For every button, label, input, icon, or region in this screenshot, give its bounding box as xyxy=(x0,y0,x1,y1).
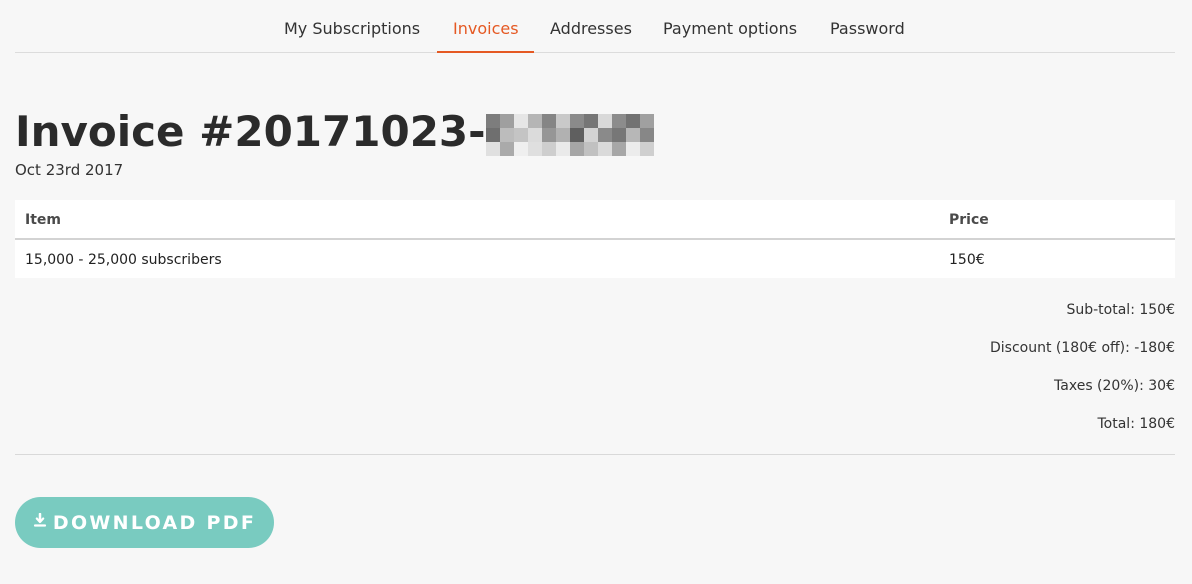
column-header-item: Item xyxy=(25,212,61,228)
active-tab-indicator xyxy=(437,51,534,53)
total-line: Total: 180€ xyxy=(1097,416,1176,432)
taxes-line: Taxes (20%): 30€ xyxy=(1054,378,1175,394)
table-row-price: 150€ xyxy=(949,252,985,268)
summary-divider xyxy=(15,454,1175,455)
account-tabs: My Subscriptions Invoices Addresses Paym… xyxy=(15,0,1175,53)
tab-password[interactable]: Password xyxy=(830,19,905,39)
download-pdf-button[interactable]: DOWNLOAD PDF xyxy=(15,497,274,548)
invoice-title: Invoice #20171023- xyxy=(15,104,654,160)
column-header-price: Price xyxy=(949,212,989,228)
invoice-date: Oct 23rd 2017 xyxy=(15,161,124,179)
invoice-items-table: Item Price 15,000 - 25,000 subscribers 1… xyxy=(15,200,1175,278)
table-row-item: 15,000 - 25,000 subscribers xyxy=(25,252,222,268)
download-icon xyxy=(33,513,47,528)
tab-invoices[interactable]: Invoices xyxy=(453,19,519,39)
invoice-number-prefix: Invoice #20171023- xyxy=(15,107,486,156)
redacted-invoice-suffix xyxy=(485,113,654,156)
subtotal-line: Sub-total: 150€ xyxy=(1066,302,1175,318)
discount-line: Discount (180€ off): -180€ xyxy=(990,340,1175,356)
invoice-summary: Sub-total: 150€ Discount (180€ off): -18… xyxy=(875,300,1175,452)
tab-my-subscriptions[interactable]: My Subscriptions xyxy=(284,19,420,39)
tab-addresses[interactable]: Addresses xyxy=(550,19,632,39)
table-header-divider xyxy=(15,238,1175,240)
tab-payment-options[interactable]: Payment options xyxy=(663,19,797,39)
download-pdf-label: DOWNLOAD PDF xyxy=(52,511,257,534)
